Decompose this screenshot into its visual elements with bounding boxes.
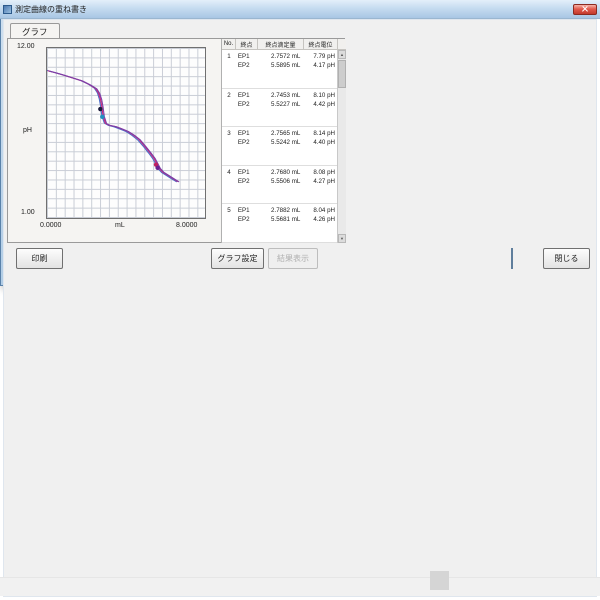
endpoint-no: 5 xyxy=(222,204,236,242)
x-axis-label: mL xyxy=(115,222,125,229)
close-icon[interactable] xyxy=(573,4,597,15)
result-view-button: 結果表示 xyxy=(268,248,318,269)
ep-potential: 4.17 pH xyxy=(303,61,335,70)
endpoint-volumes: 2.7882 mL5.5681 mL xyxy=(258,204,304,242)
print-button[interactable]: 印刷 xyxy=(16,248,63,269)
overlay-body: グラフ 12.00 pH 1.00 0.0000 mL 8.0000 No.終点… xyxy=(3,19,597,597)
column-header[interactable]: No. xyxy=(222,39,236,49)
ep-name: EP2 xyxy=(238,100,258,109)
endpoint-row[interactable]: 2EP1EP22.7453 mL5.5227 mL8.10 pH4.42 pH xyxy=(222,89,337,128)
ep-name: EP1 xyxy=(238,91,258,100)
y-axis-label: pH xyxy=(23,127,32,134)
desktop: MKC610572(124528)30301174312.rvc - 解析プログ… xyxy=(0,0,600,600)
ep-name: EP2 xyxy=(238,61,258,70)
endpoint-table[interactable]: No.終点終点滴定量終点電位 1EP1EP22.7572 mL5.5895 mL… xyxy=(221,39,346,243)
ep-potential: 8.10 pH xyxy=(303,91,335,100)
dialog-buttons: 印刷 グラフ設定 結果表示 閉じる xyxy=(4,248,596,272)
ep-name: EP1 xyxy=(238,129,258,138)
ep-volume: 5.5242 mL xyxy=(258,138,301,147)
endpoint-names: EP1EP2 xyxy=(236,127,258,165)
ep-volume: 2.7565 mL xyxy=(258,129,301,138)
endpoint-potentials: 8.04 pH4.26 pH xyxy=(303,204,337,242)
endpoint-no: 3 xyxy=(222,127,236,165)
endpoint-volumes: 2.7572 mL5.5895 mL xyxy=(258,50,304,88)
ep-volume: 5.5895 mL xyxy=(258,61,301,70)
ep-volume: 2.7680 mL xyxy=(258,168,301,177)
column-header[interactable]: 終点滴定量 xyxy=(258,39,304,49)
ep-volume: 5.5506 mL xyxy=(258,177,301,186)
ep-potential: 8.04 pH xyxy=(303,206,335,215)
column-header[interactable]: 終点電位 xyxy=(304,39,338,49)
table-scrollbar[interactable]: ▲ ▼ xyxy=(337,50,346,243)
close-dialog-button[interactable]: 閉じる xyxy=(543,248,590,269)
graph-settings-button[interactable]: グラフ設定 xyxy=(211,248,264,269)
overlay-titlebar[interactable]: 測定曲線の重ね書き xyxy=(0,0,600,19)
ep-volume: 2.7882 mL xyxy=(258,206,301,215)
titration-chart: 12.00 pH 1.00 0.0000 mL 8.0000 xyxy=(10,41,218,240)
endpoint-volumes: 2.7565 mL5.5242 mL xyxy=(258,127,304,165)
overlay-window-controls xyxy=(573,4,597,15)
endpoint-no: 1 xyxy=(222,50,236,88)
titration-curves xyxy=(47,48,205,218)
ep-name: EP2 xyxy=(238,138,258,147)
ep-potential: 8.08 pH xyxy=(303,168,335,177)
endpoint-no: 4 xyxy=(222,166,236,204)
ep-volume: 2.7572 mL xyxy=(258,52,301,61)
endpoint-names: EP1EP2 xyxy=(236,89,258,127)
scroll-up-icon[interactable]: ▲ xyxy=(338,50,346,59)
ep-potential: 8.14 pH xyxy=(303,129,335,138)
endpoint-names: EP1EP2 xyxy=(236,50,258,88)
endpoint-volumes: 2.7453 mL5.5227 mL xyxy=(258,89,304,127)
endpoint-table-rows: 1EP1EP22.7572 mL5.5895 mL7.79 pH4.17 pH2… xyxy=(222,50,337,243)
endpoint-row[interactable]: 1EP1EP22.7572 mL5.5895 mL7.79 pH4.17 pH xyxy=(222,50,337,89)
ep-potential: 4.42 pH xyxy=(303,100,335,109)
ep-volume: 5.5227 mL xyxy=(258,100,301,109)
ep-potential: 4.26 pH xyxy=(303,215,335,224)
endpoint-row[interactable]: 3EP1EP22.7565 mL5.5242 mL8.14 pH4.40 pH xyxy=(222,127,337,166)
tab-graph[interactable]: グラフ xyxy=(10,23,60,38)
endpoint-no: 2 xyxy=(222,89,236,127)
bottom-strip-square xyxy=(430,571,449,590)
graph-tab-panel: 12.00 pH 1.00 0.0000 mL 8.0000 No.終点終点滴定… xyxy=(7,38,345,243)
ep-potential: 4.40 pH xyxy=(303,138,335,147)
endpoint-marker xyxy=(98,107,102,111)
x-axis-max-label: 8.0000 xyxy=(176,222,197,229)
y-axis-min-label: 1.00 xyxy=(21,209,35,216)
ep-name: EP1 xyxy=(238,52,258,61)
endpoint-potentials: 8.10 pH4.42 pH xyxy=(303,89,337,127)
endpoint-potentials: 8.08 pH4.27 pH xyxy=(303,166,337,204)
ep-name: EP2 xyxy=(238,215,258,224)
endpoint-marker xyxy=(155,166,159,170)
y-axis-max-label: 12.00 xyxy=(17,43,35,50)
window-edge-artifact xyxy=(511,248,513,269)
ep-volume: 5.5681 mL xyxy=(258,215,301,224)
endpoint-potentials: 7.79 pH4.17 pH xyxy=(303,50,337,88)
ep-name: EP1 xyxy=(238,168,258,177)
endpoint-table-header: No.終点終点滴定量終点電位 xyxy=(222,39,346,50)
dialog-icon xyxy=(3,5,12,14)
endpoint-volumes: 2.7680 mL5.5506 mL xyxy=(258,166,304,204)
endpoint-names: EP1EP2 xyxy=(236,166,258,204)
column-header[interactable]: 終点 xyxy=(236,39,258,49)
overlay-window-title: 測定曲線の重ね書き xyxy=(15,4,573,15)
overlay-window: 測定曲線の重ね書き グラフ 12.00 pH 1.00 0.0000 mL 8.… xyxy=(0,0,352,286)
endpoint-potentials: 8.14 pH4.40 pH xyxy=(303,127,337,165)
endpoint-row[interactable]: 4EP1EP22.7680 mL5.5506 mL8.08 pH4.27 pH xyxy=(222,166,337,205)
ep-potential: 7.79 pH xyxy=(303,52,335,61)
ep-potential: 4.27 pH xyxy=(303,177,335,186)
endpoint-names: EP1EP2 xyxy=(236,204,258,242)
scroll-down-icon[interactable]: ▼ xyxy=(338,234,346,243)
endpoint-row[interactable]: 5EP1EP22.7882 mL5.5681 mL8.04 pH4.26 pH xyxy=(222,204,337,243)
ep-name: EP2 xyxy=(238,177,258,186)
bottom-strip xyxy=(0,577,600,596)
titration-chart-plot xyxy=(46,47,206,219)
endpoint-marker xyxy=(100,115,104,119)
scroll-thumb[interactable] xyxy=(338,60,346,88)
ep-volume: 2.7453 mL xyxy=(258,91,301,100)
ep-name: EP1 xyxy=(238,206,258,215)
series-測定3 xyxy=(49,71,178,182)
x-axis-min-label: 0.0000 xyxy=(40,222,61,229)
